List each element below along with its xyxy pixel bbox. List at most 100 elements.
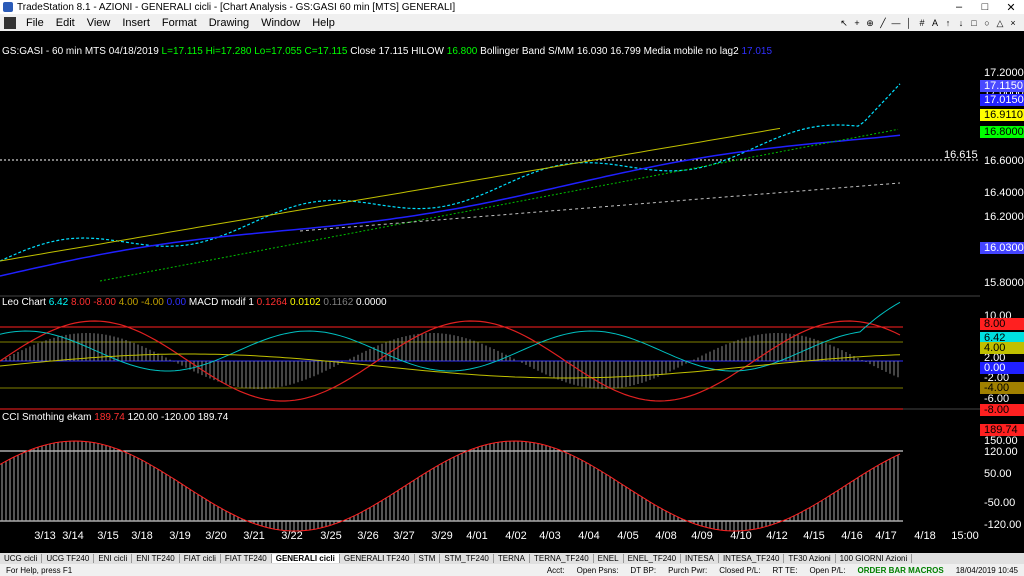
menu-help[interactable]: Help — [306, 17, 341, 29]
minimize-button[interactable]: – — [946, 1, 972, 14]
x-label: 3/26 — [357, 530, 379, 542]
macd-info-line: Leo Chart 6.42 8.00 -8.00 4.00 -4.00 0.0… — [2, 297, 387, 308]
macd-values: 0.1264 0.0102 0.1162 0.0000 — [257, 297, 387, 308]
x-label: 4/04 — [578, 530, 600, 542]
x-label: 15:00 — [951, 530, 979, 542]
close-button[interactable]: ✕ — [998, 1, 1024, 14]
ohlc-label: L=17.115 Hi=17.280 Lo=17.055 C=17.115 — [161, 46, 348, 57]
x-label: 3/27 — [393, 530, 415, 542]
macd-value-2: 0.1162 — [323, 297, 357, 308]
status-bar: For Help, press F1 Acct: Open Psns: DT B… — [0, 564, 1024, 576]
crosshair-icon[interactable]: + — [852, 18, 862, 28]
workspace-tab[interactable]: GENERALI TF240 — [340, 554, 415, 563]
hilow-label: HILOW — [411, 46, 444, 57]
app-icon — [3, 2, 13, 12]
status-open-psns: Open Psns: — [576, 565, 619, 575]
rectangle-icon[interactable]: □ — [969, 18, 979, 28]
menu-file[interactable]: File — [20, 17, 50, 29]
x-label: 3/22 — [281, 530, 303, 542]
x-label: 3/13 — [34, 530, 56, 542]
status-closed-pl: Closed P/L: — [719, 565, 761, 575]
status-datetime: 18/04/2019 10:45 — [955, 565, 1018, 575]
date-label: 04/18/2019 — [108, 46, 159, 57]
x-label: 3/18 — [131, 530, 153, 542]
vertical-line-icon[interactable]: │ — [904, 18, 914, 28]
status-rt-te: RT TE: — [772, 565, 798, 575]
window-title: TradeStation 8.1 - AZIONI - GENERALI cic… — [17, 1, 456, 13]
macd-tag: -8.00 — [980, 404, 1024, 416]
triangle-icon[interactable]: △ — [995, 18, 1005, 28]
x-label: 4/09 — [691, 530, 713, 542]
x-label: 4/01 — [466, 530, 488, 542]
price-axis-tick: 16.6000 — [984, 155, 1024, 167]
x-label: 3/20 — [205, 530, 227, 542]
workspace-tab[interactable]: STM_TF240 — [440, 554, 494, 563]
workspace-tab[interactable]: ENEL — [594, 554, 624, 563]
menu-insert[interactable]: Insert — [116, 17, 156, 29]
text-icon[interactable]: A — [930, 18, 940, 28]
menu-format[interactable]: Format — [156, 17, 203, 29]
x-label: 3/21 — [243, 530, 265, 542]
maximize-button[interactable]: □ — [972, 1, 998, 14]
x-label: 4/18 — [914, 530, 936, 542]
menu-view[interactable]: View — [81, 17, 117, 29]
workspace-tab[interactable]: INTESA — [681, 554, 719, 563]
workspace-tab[interactable]: TF30 Azioni — [784, 554, 836, 563]
level-label: 16.615 — [944, 149, 978, 161]
window-controls: – □ ✕ — [946, 1, 1024, 14]
cci-axis-tick: -120.00 — [984, 519, 1022, 531]
hash-icon[interactable]: # — [917, 18, 927, 28]
cursor-icon[interactable]: ↖ — [839, 18, 849, 28]
menu-edit[interactable]: Edit — [50, 17, 81, 29]
x-label: 4/05 — [617, 530, 639, 542]
workspace-tab[interactable]: FIAT cicli — [180, 554, 221, 563]
cci-axis-tick: 50.00 — [984, 468, 1012, 480]
status-macros[interactable]: ORDER BAR MACROS — [851, 566, 949, 575]
macd-tag: 8.00 — [980, 318, 1024, 330]
workspace-tab[interactable]: UCG cicli — [0, 554, 43, 563]
price-tag: 16.9110 — [980, 109, 1024, 121]
price-axis-tick: 16.2000 — [984, 211, 1024, 223]
status-help: For Help, press F1 — [6, 565, 73, 575]
x-label: 3/19 — [169, 530, 191, 542]
workspace-tab[interactable]: GENERALI cicli — [271, 554, 340, 563]
workspace-tab[interactable]: INTESA_TF240 — [719, 554, 785, 563]
workspace-tab[interactable]: TERNA_TF240 — [530, 554, 594, 563]
status-acct: Acct: — [546, 565, 565, 575]
document-icon[interactable] — [4, 16, 16, 29]
cci-axis-tick: 120.00 — [984, 446, 1018, 458]
workspace-tab[interactable]: ENI cicli — [94, 554, 133, 563]
macd-value-3: 0.0000 — [356, 297, 387, 308]
macd-value-0: 0.1264 — [256, 297, 291, 308]
x-label: 3/15 — [97, 530, 119, 542]
workspace-tab[interactable]: UCG TF240 — [42, 554, 95, 563]
horizontal-line-icon[interactable]: — — [891, 18, 901, 28]
workspace-tabs: UCG cicli UCG TF240 ENI cicli ENI TF240 FIAT… — [0, 553, 1024, 564]
macd-tag: 0.00 — [980, 362, 1024, 374]
status-open-pl: Open P/L: — [809, 565, 846, 575]
menu-window[interactable]: Window — [255, 17, 306, 29]
workspace-tab[interactable]: STM — [415, 554, 441, 563]
workspace-tab[interactable]: 100 GIORNI Azioni — [836, 554, 913, 563]
macd-value-1: 0.0102 — [290, 297, 324, 308]
cci-tag: 189.74 — [980, 424, 1024, 436]
workspace-tab[interactable]: ENEL_TF240 — [624, 554, 682, 563]
price-tag: 17.1150 — [980, 80, 1024, 92]
cci-axis-tick: -50.00 — [984, 497, 1016, 509]
x-label: 4/17 — [875, 530, 897, 542]
workspace-tab[interactable]: TERNA — [494, 554, 530, 563]
arrow-up-icon[interactable]: ↑ — [943, 18, 953, 28]
chart-area[interactable]: GS:GASI - 60 min MTS 04/18/2019 L=17.115… — [0, 31, 1024, 553]
workspace-tab[interactable]: ENI TF240 — [132, 554, 180, 563]
zoom-icon[interactable]: ⊕ — [865, 18, 875, 28]
leo-value-3: 4.00 — [118, 297, 142, 308]
x-label: 4/16 — [841, 530, 863, 542]
menu-drawing[interactable]: Drawing — [203, 17, 255, 29]
close-doc-icon[interactable]: × — [1008, 18, 1018, 28]
ellipse-icon[interactable]: ○ — [982, 18, 992, 28]
trendline-icon[interactable]: ╱ — [878, 18, 888, 28]
price-tag: 17.0150 — [980, 94, 1024, 106]
arrow-down-icon[interactable]: ↓ — [956, 18, 966, 28]
leo-chart-label: Leo Chart — [2, 297, 46, 308]
workspace-tab[interactable]: FIAT TF240 — [221, 554, 272, 563]
